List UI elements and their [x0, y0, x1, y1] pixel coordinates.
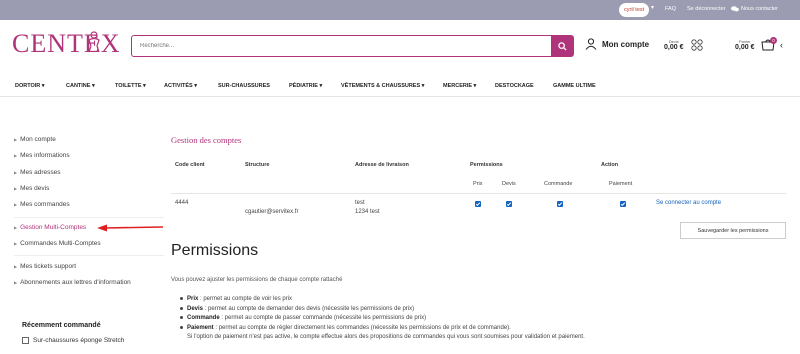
- search-input[interactable]: [132, 36, 552, 56]
- nav-item-dortoir[interactable]: DORTOIR ▾: [15, 83, 45, 89]
- quote-summary[interactable]: Devis 0,00 €: [664, 39, 683, 51]
- search-icon: [557, 41, 567, 51]
- checkbox-commande[interactable]: [557, 201, 563, 207]
- permissions-intro: Vous pouvez ajuster les permissions de c…: [171, 277, 343, 283]
- logo-figure-icon: [88, 31, 100, 53]
- perm-header-paiement: Paiement: [609, 181, 633, 187]
- search-bar: [131, 35, 574, 57]
- cart-value: 0,00 €: [735, 44, 755, 51]
- nav-item-mercerie[interactable]: MERCERIE ▾: [443, 83, 476, 89]
- permission-item: Commande : permet au compte de passer co…: [180, 315, 426, 321]
- red-arrow-annotation-icon: [97, 224, 164, 232]
- checkbox-prix[interactable]: [475, 201, 481, 207]
- nav-item-activites[interactable]: ACTIVITÉS ▾: [164, 83, 197, 89]
- nav-item-cantine[interactable]: CANTINE ▾: [66, 83, 95, 89]
- logo[interactable]: CENTEX: [12, 29, 121, 59]
- logout-link[interactable]: Se déconnecter: [687, 6, 726, 12]
- permission-item: Paiement : permet au compte de régler di…: [180, 325, 511, 331]
- search-button[interactable]: [551, 36, 573, 56]
- user-icon: [585, 38, 597, 50]
- contact-link[interactable]: Nous contacter: [731, 6, 778, 12]
- col-permissions: Permissions: [470, 162, 503, 168]
- sidebar-item-adresses[interactable]: ▶ Mes adresses: [14, 169, 61, 176]
- contact-label: Nous contacter: [741, 6, 778, 12]
- sidebar-item-gestion-multi-comptes[interactable]: ▶ Gestion Multi-Comptes: [14, 224, 86, 231]
- sidebar-item-informations[interactable]: ▶ Mes informations: [14, 152, 70, 159]
- cell-address-line1: test: [355, 200, 365, 206]
- permission-note: Si l'option de paiement n'est pas active…: [187, 334, 585, 340]
- nav-item-pediatrie[interactable]: PÉDIATRIE ▾: [289, 83, 322, 89]
- cell-code: 4444: [175, 200, 189, 206]
- cell-structure: cgautier@servitex.fr: [245, 209, 299, 215]
- col-code: Code client: [175, 162, 205, 168]
- cart-count-badge: 0: [770, 37, 777, 44]
- chevron-left-icon[interactable]: ‹: [780, 40, 783, 50]
- main-nav: DORTOIR ▾ CANTINE ▾ TOILETTE ▾ ACTIVITÉS…: [0, 77, 800, 97]
- sidebar-item-tickets[interactable]: ▶ Mes tickets support: [14, 263, 76, 270]
- top-bar: cyril test ▾ FAQ Se déconnecter Nous con…: [0, 0, 800, 20]
- save-permissions-button[interactable]: Sauvegarder les permissions: [680, 222, 786, 239]
- chevron-down-icon[interactable]: ▾: [651, 4, 654, 11]
- site-header: CENTEX Mon compte Devis 0,00 € Panier 0,…: [0, 20, 800, 77]
- connect-account-link[interactable]: Se connecter au compte: [656, 200, 721, 206]
- user-menu[interactable]: cyril test: [619, 3, 650, 17]
- checkbox[interactable]: [22, 337, 29, 344]
- account-label: Mon compte: [602, 39, 650, 49]
- nav-item-vetements[interactable]: VÊTEMENTS & CHAUSSURES ▾: [341, 83, 424, 89]
- nav-item-gamme-ultime[interactable]: GAMME ULTIME: [553, 83, 596, 89]
- perm-header-devis: Devis: [502, 181, 516, 187]
- nav-item-toilette[interactable]: TOILETTE ▾: [115, 83, 146, 89]
- sidebar-item-commandes-multi-comptes[interactable]: ▶ Commandes Multi-Comptes: [14, 240, 101, 247]
- sidebar-item-commandes[interactable]: ▶ Mes commandes: [14, 201, 70, 208]
- divider: [14, 255, 164, 256]
- divider: [14, 217, 164, 218]
- recent-item[interactable]: Sur-chaussures éponge Stretch: [22, 337, 124, 344]
- nav-item-destockage[interactable]: DESTOCKAGE: [495, 83, 534, 89]
- col-structure: Structure: [245, 162, 270, 168]
- recent-item-label: Sur-chaussures éponge Stretch: [33, 337, 125, 344]
- quote-icon[interactable]: [691, 39, 703, 51]
- recent-title: Récemment commandé: [22, 322, 101, 329]
- section-title: Gestion des comptes: [171, 135, 242, 145]
- quote-value: 0,00 €: [664, 44, 684, 51]
- checkbox-devis[interactable]: [506, 201, 512, 207]
- chat-icon: [731, 6, 739, 12]
- permission-item: Devis : permet au compte de demander des…: [180, 306, 414, 312]
- nav-item-sur-chaussures[interactable]: SUR-CHAUSSURES: [218, 83, 270, 89]
- faq-link[interactable]: FAQ: [665, 6, 676, 12]
- cell-address-line2: 1234 test: [355, 209, 380, 215]
- checkbox-paiement[interactable]: [620, 201, 626, 207]
- perm-header-prix: Prix: [473, 181, 483, 187]
- col-action: Action: [601, 162, 619, 168]
- cart-summary[interactable]: Panier 0,00 €: [735, 39, 754, 51]
- permissions-heading: Permissions: [171, 242, 259, 259]
- account-button[interactable]: Mon compte: [585, 38, 649, 50]
- table-divider: [171, 193, 786, 194]
- col-address: Adresse de livraison: [355, 162, 409, 168]
- perm-header-commande: Commande: [544, 181, 573, 187]
- sidebar-item-devis[interactable]: ▶ Mes devis: [14, 185, 49, 192]
- permission-item: Prix : permet au compte de voir les prix: [180, 296, 292, 302]
- sidebar-item-abonnements[interactable]: ▶ Abonnements aux lettres d'information: [14, 279, 131, 286]
- sidebar-item-mon-compte[interactable]: ▶ Mon compte: [14, 136, 56, 143]
